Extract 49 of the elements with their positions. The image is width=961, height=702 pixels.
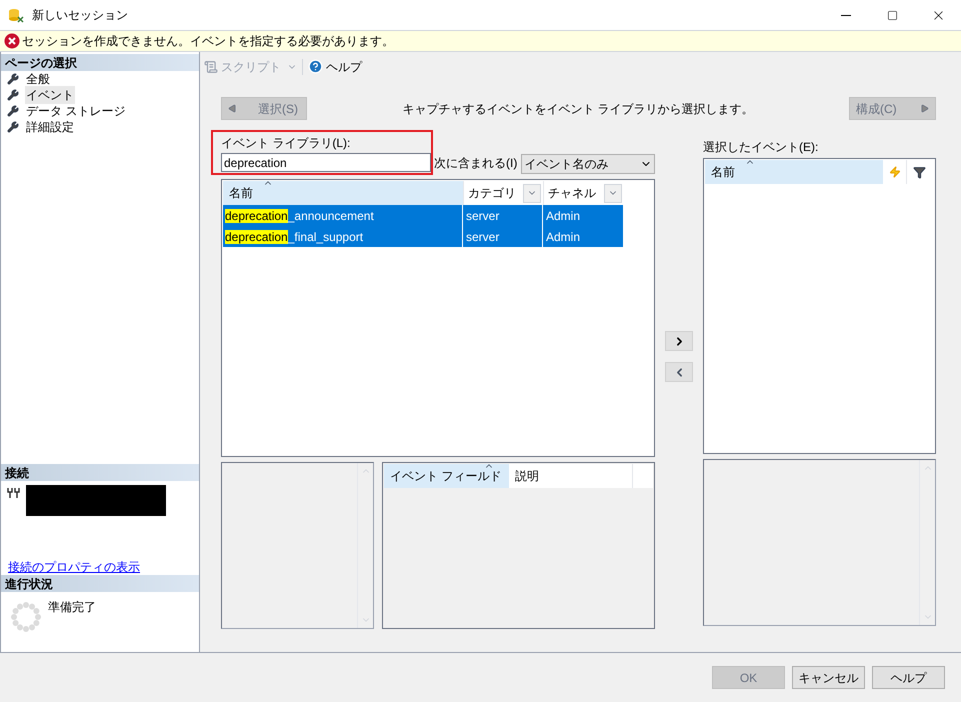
table-cell-text: Admin [545, 208, 582, 224]
sidebar-item[interactable]: 全般 [25, 70, 51, 88]
filter-icon[interactable] [912, 166, 926, 178]
column-header[interactable]: 名前 [705, 160, 883, 184]
column-filter-button[interactable] [523, 184, 541, 202]
lightning-icon[interactable] [888, 166, 900, 178]
column-header[interactable]: チャネル [548, 184, 596, 202]
dialog-button[interactable]: キャンセル [792, 666, 865, 689]
library-label: イベント ライブラリ(L): [221, 135, 352, 152]
progress-status: 準備完了 [48, 599, 96, 616]
window-title: 新しいセッション [32, 7, 128, 24]
help-icon [308, 59, 323, 74]
table-cell: server [463, 226, 543, 247]
maximize-icon [886, 10, 898, 20]
wrench-icon [7, 73, 19, 85]
dialog-button[interactable]: ヘルプ [872, 666, 945, 689]
left-triangle-icon [228, 104, 237, 113]
plug-icon [7, 487, 20, 499]
sidebar-item[interactable]: データ ストレージ [25, 102, 126, 120]
app-icon [8, 7, 24, 23]
filter-label: 次に含まれる(I) [434, 155, 518, 172]
column-filter-button[interactable] [604, 184, 622, 202]
sidebar-item[interactable]: イベント [25, 86, 75, 104]
add-button[interactable] [665, 331, 693, 351]
wrench-icon [7, 105, 19, 117]
column-header[interactable]: イベント フィールド [384, 464, 509, 488]
search-field[interactable]: deprecation [221, 153, 431, 172]
scroll-icon [204, 60, 218, 74]
help-button[interactable]: ヘルプ [308, 58, 362, 76]
connection-properties-link[interactable]: 接続のプロパティの表示 [8, 558, 199, 574]
minimize-icon [841, 14, 851, 16]
remove-button[interactable] [665, 362, 693, 382]
column-header[interactable]: 説明 [509, 464, 633, 488]
section-header: ページの選択 [1, 54, 199, 71]
table-cell-text: Admin [545, 228, 582, 246]
column-header[interactable]: カテゴリ [468, 184, 516, 202]
spinner-icon [10, 601, 42, 633]
filter-dropdown[interactable]: イベント名のみ [521, 154, 655, 174]
instruction-text: キャプチャするイベントをイベント ライブラリから選択します。 [402, 100, 754, 118]
right-triangle-icon [920, 104, 929, 113]
selected-events-label: 選択したイベント(E): [703, 139, 820, 156]
error-icon [4, 33, 20, 49]
column-header[interactable]: 名前 [223, 181, 463, 205]
sidebar-item[interactable]: 詳細設定 [25, 118, 75, 136]
section-header: 接続 [1, 464, 199, 481]
section-header: 進行状況 [1, 575, 199, 592]
wrench-icon [7, 121, 19, 133]
wrench-icon [7, 89, 19, 101]
error-message: セッションを作成できません。イベントを指定する必要があります。 [22, 33, 394, 50]
